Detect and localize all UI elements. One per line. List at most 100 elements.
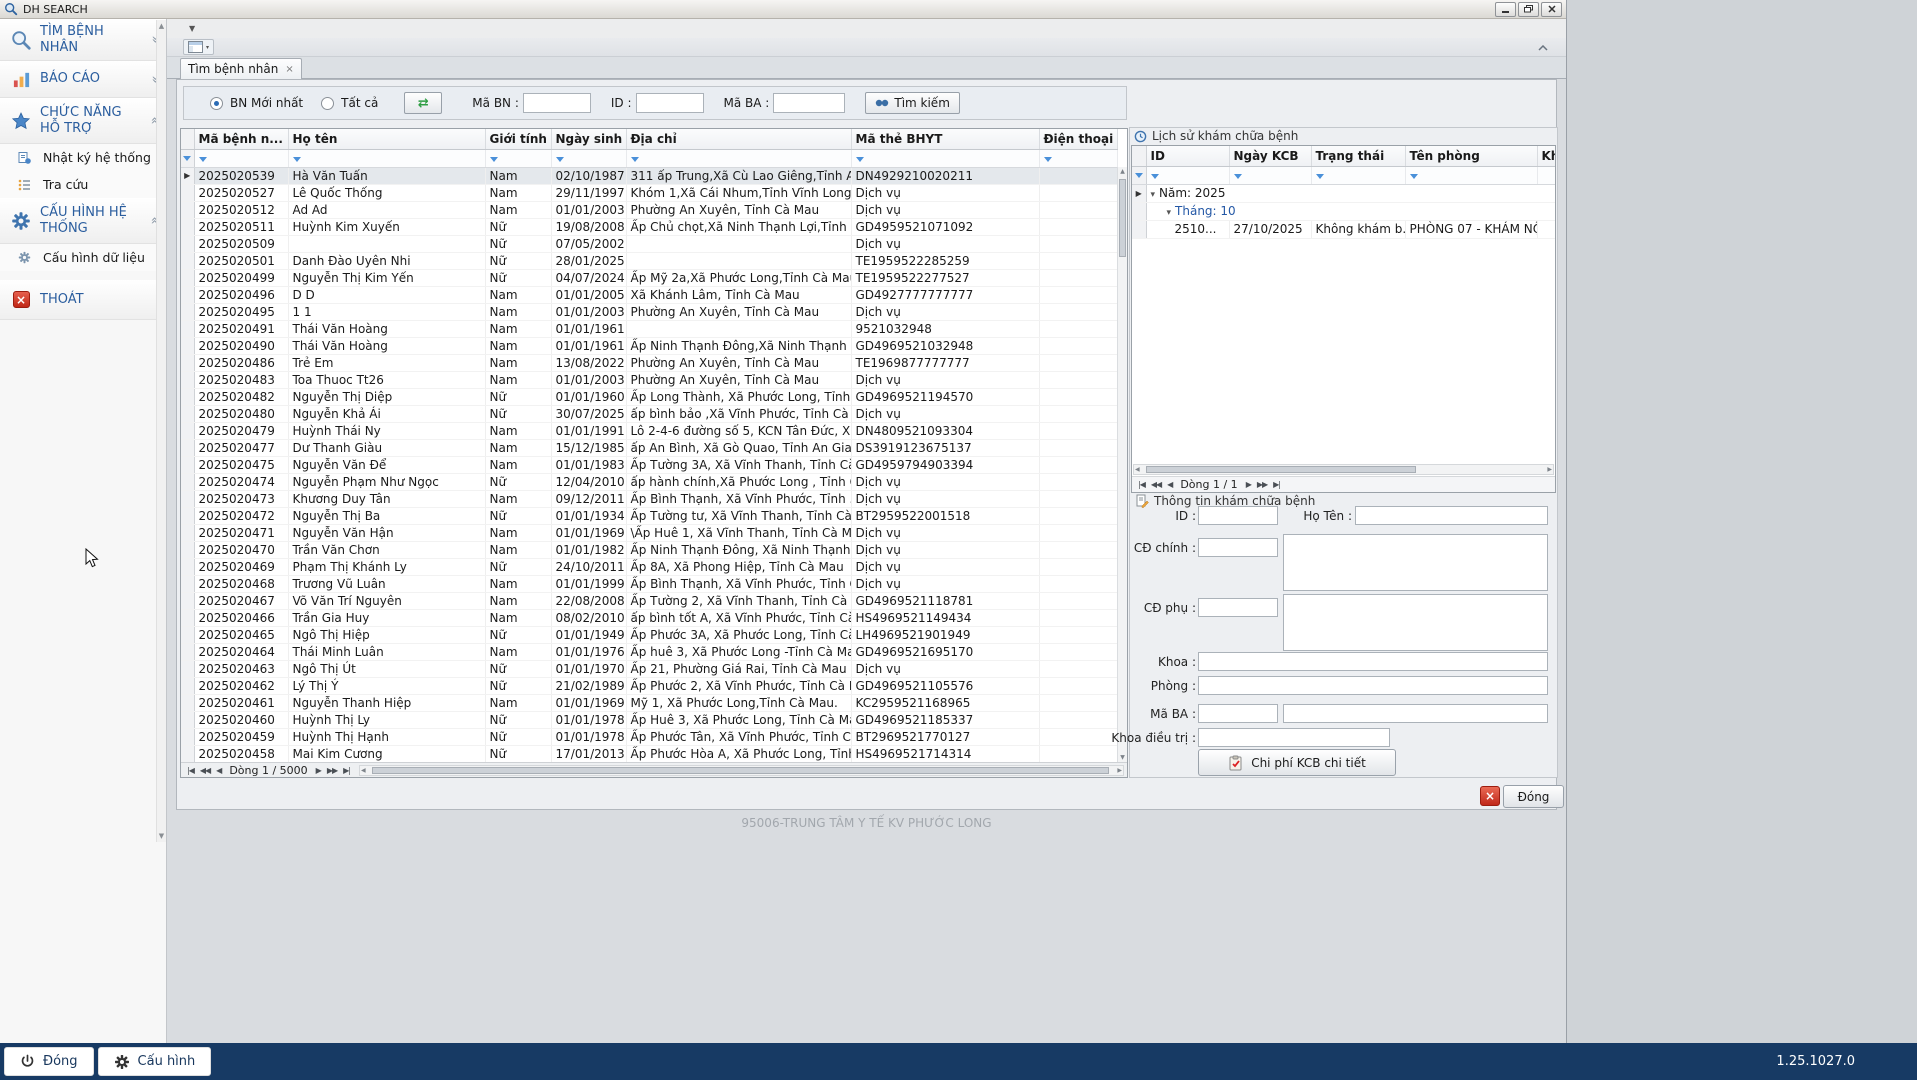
table-cell[interactable]: GD4969521194570 bbox=[851, 388, 1040, 406]
table-cell[interactable]: 01/01/1991 bbox=[551, 422, 627, 440]
table-cell[interactable] bbox=[1039, 252, 1118, 270]
scroll-right-icon[interactable]: ▶ bbox=[1547, 466, 1552, 473]
table-cell[interactable]: 01/01/1978 bbox=[551, 728, 627, 746]
scroll-down-icon[interactable]: ▼ bbox=[157, 832, 166, 840]
ma-bn-input[interactable] bbox=[522, 93, 591, 113]
table-cell[interactable] bbox=[1039, 677, 1118, 695]
table-cell[interactable] bbox=[1039, 575, 1118, 593]
table-cell[interactable]: 09/12/2011 bbox=[551, 490, 627, 508]
table-cell[interactable]: 2025020471 bbox=[194, 524, 289, 542]
sidebar-group-thoat[interactable]: × THOÁT bbox=[0, 280, 166, 320]
table-row[interactable]: 2025020495 1 1 Nam 01/01/2003 Phường An Xuyê… bbox=[181, 303, 1118, 321]
table-cell[interactable]: Trương Vũ Luân bbox=[288, 575, 486, 593]
table-cell[interactable] bbox=[1039, 201, 1118, 219]
table-row[interactable]: 2025020460 Huỳnh Thị Ly Nữ 01/01/1978 Ấp Huê… bbox=[181, 711, 1118, 729]
table-cell[interactable]: Ấp Tường 3A, Xã Vĩnh Thanh, Tỉnh Cà ... bbox=[626, 456, 852, 474]
table-cell[interactable]: Nữ bbox=[485, 711, 552, 729]
table-cell[interactable]: 08/02/2010 bbox=[551, 609, 627, 627]
table-cell[interactable]: Dịch vụ bbox=[851, 371, 1040, 389]
table-cell[interactable]: 2025020474 bbox=[194, 473, 289, 491]
table-cell[interactable]: Nữ bbox=[485, 677, 552, 695]
table-cell[interactable]: 2025020496 bbox=[194, 286, 289, 304]
column-header-ho-ten[interactable]: Họ tên bbox=[288, 129, 486, 150]
info-hoten-input[interactable] bbox=[1355, 506, 1548, 525]
table-cell[interactable]: Huỳnh Thị Ly bbox=[288, 711, 486, 729]
table-row[interactable]: 2025020471 Nguyễn Văn Hận Nam 01/01/1969 \Ấp… bbox=[181, 524, 1118, 542]
table-cell[interactable]: Ấp huê 3, Xã Phước Long -Tỉnh Cà Mau bbox=[626, 643, 852, 661]
radio-bn-moi-nhat[interactable] bbox=[210, 96, 223, 110]
table-row[interactable]: 2025020468 Trương Vũ Luân Nam 01/01/1999 Ấp … bbox=[181, 575, 1118, 593]
table-cell[interactable]: KC2959521168965 bbox=[851, 694, 1040, 712]
column-header-trang-thai[interactable]: Trạng thái bbox=[1311, 146, 1406, 167]
table-cell[interactable] bbox=[626, 235, 852, 253]
table-cell[interactable] bbox=[1039, 218, 1118, 236]
sidebar-group-chuc-nang-ho-tro[interactable]: CHỨC NĂNG HỖ TRỢ » bbox=[0, 98, 166, 144]
table-cell[interactable]: Ấp Tường 2, Xã Vĩnh Thanh, Tỉnh Cà ... bbox=[626, 592, 852, 610]
filter-cell[interactable] bbox=[194, 149, 289, 168]
record-status[interactable]: Không khám b... bbox=[1311, 220, 1406, 239]
table-cell[interactable]: 2025020539 bbox=[194, 167, 289, 185]
filter-cell[interactable] bbox=[851, 149, 1040, 168]
table-cell[interactable]: Dịch vụ bbox=[851, 575, 1040, 593]
nav-next-button[interactable]: ▶ bbox=[1243, 480, 1254, 489]
filter-cell[interactable] bbox=[288, 149, 486, 168]
table-cell[interactable]: GD4959794903394 bbox=[851, 456, 1040, 474]
table-cell[interactable]: Ấp Phước 2, Xã Vĩnh Phước, Tỉnh Cà Mau bbox=[626, 677, 852, 695]
tab-close-icon[interactable]: × bbox=[285, 64, 293, 75]
table-cell[interactable]: 01/01/1978 bbox=[551, 711, 627, 729]
table-cell[interactable]: Nữ bbox=[485, 473, 552, 491]
table-cell[interactable]: 15/12/1985 bbox=[551, 439, 627, 457]
table-cell[interactable]: GD4927777777777 bbox=[851, 286, 1040, 304]
table-cell[interactable]: \Ấp Huê 1, Xã Vĩnh Thanh, Tỉnh Cà Mau bbox=[626, 524, 852, 542]
table-cell[interactable]: GD4969521032948 bbox=[851, 337, 1040, 355]
table-cell[interactable]: 2025020486 bbox=[194, 354, 289, 372]
table-cell[interactable]: Huỳnh Thái Ny bbox=[288, 422, 486, 440]
table-cell[interactable]: LH4969521901949 bbox=[851, 626, 1040, 644]
table-cell[interactable]: 2025020459 bbox=[194, 728, 289, 746]
table-cell[interactable]: 07/05/2002 bbox=[551, 235, 627, 253]
table-cell[interactable]: TE1969877777777 bbox=[851, 354, 1040, 372]
history-record-row[interactable]: 2510... 27/10/2025 Không khám b... PHÒNG… bbox=[1132, 220, 1555, 239]
table-row[interactable]: 2025020475 Nguyễn Văn Để Nam 01/01/1983 Ấp T… bbox=[181, 456, 1118, 474]
table-cell[interactable]: Ấp Phước 3A, Xã Phước Long, Tỉnh Cà ... bbox=[626, 626, 852, 644]
table-cell[interactable]: 24/10/2011 bbox=[551, 558, 627, 576]
table-cell[interactable]: 2025020463 bbox=[194, 660, 289, 678]
sidebar-scrollbar[interactable]: ▲ ▼ bbox=[156, 20, 166, 842]
table-cell[interactable] bbox=[1039, 507, 1118, 525]
table-cell[interactable]: Phường An Xuyên, Tỉnh Cà Mau bbox=[626, 303, 852, 321]
table-cell[interactable]: 01/01/1949 bbox=[551, 626, 627, 644]
table-row[interactable]: 2025020483 Toa Thuoc Tt26 Nam 01/01/2003 Phư… bbox=[181, 371, 1118, 389]
table-cell[interactable]: Dịch vụ bbox=[851, 235, 1040, 253]
table-cell[interactable] bbox=[1039, 405, 1118, 423]
table-cell[interactable]: Nam bbox=[485, 337, 552, 355]
table-cell[interactable]: Ấp Ninh Thạnh Đông,Xã Ninh Thạnh Lợ... bbox=[626, 337, 852, 355]
table-cell[interactable]: 2025020462 bbox=[194, 677, 289, 695]
table-row[interactable]: 2025020467 Võ Văn Trí Nguyên Nam 22/08/2008… bbox=[181, 592, 1118, 610]
close-red-icon[interactable]: × bbox=[1480, 786, 1500, 806]
table-cell[interactable]: Nam bbox=[485, 201, 552, 219]
table-cell[interactable]: Huỳnh Thị Hạnh bbox=[288, 728, 486, 746]
table-cell[interactable]: Dịch vụ bbox=[851, 184, 1040, 202]
table-row[interactable]: 2025020486 Trẻ Em Nam 13/08/2022 Phường An X… bbox=[181, 354, 1118, 372]
table-cell[interactable]: Nguyễn Phạm Như Ngọc bbox=[288, 473, 486, 491]
table-cell[interactable] bbox=[1039, 388, 1118, 406]
table-cell[interactable]: 2025020479 bbox=[194, 422, 289, 440]
table-cell[interactable]: Nữ bbox=[485, 218, 552, 236]
scroll-up-icon[interactable]: ▲ bbox=[157, 22, 166, 30]
filter-cell[interactable] bbox=[1229, 166, 1312, 185]
table-cell[interactable]: Trần Văn Chơn bbox=[288, 541, 486, 559]
table-cell[interactable]: DN4809521093304 bbox=[851, 422, 1040, 440]
table-cell[interactable]: 311 ấp Trung,Xã Cù Lao Giêng,Tỉnh An... bbox=[626, 167, 852, 185]
table-cell[interactable]: Thái Văn Hoàng bbox=[288, 320, 486, 338]
filter-cell[interactable] bbox=[1405, 166, 1538, 185]
table-row[interactable]: 2025020462 Lý Thị Ý Nữ 21/02/1989 Ấp Phước 2… bbox=[181, 677, 1118, 695]
table-cell[interactable]: 01/01/2003 bbox=[551, 303, 627, 321]
nav-next-button[interactable]: ▶ bbox=[313, 766, 324, 775]
table-cell[interactable]: Ấp Long Thành, Xã Phước Long, Tỉnh ... bbox=[626, 388, 852, 406]
table-cell[interactable]: Phường An Xuyên, Tỉnh Cà Mau bbox=[626, 354, 852, 372]
table-cell[interactable]: 2025020501 bbox=[194, 252, 289, 270]
table-cell[interactable]: Võ Văn Trí Nguyên bbox=[288, 592, 486, 610]
history-horizontal-scrollbar[interactable]: ◀ ▶ bbox=[1132, 464, 1555, 476]
table-cell[interactable]: Dịch vụ bbox=[851, 490, 1040, 508]
table-cell[interactable]: Dịch vụ bbox=[851, 541, 1040, 559]
